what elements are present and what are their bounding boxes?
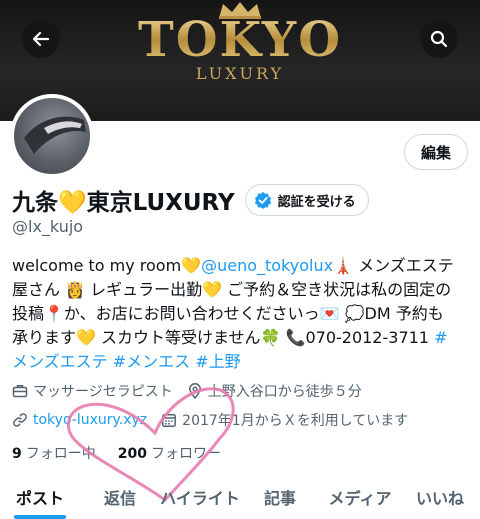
hashtag-links[interactable]: メンズエステ #メンエス #上野 — [12, 350, 470, 374]
get-verified-label: 認証を受ける — [277, 194, 356, 210]
tab-articles[interactable]: 記事 — [240, 480, 320, 519]
mention-link[interactable]: @ueno_tokyolux — [201, 256, 333, 275]
following-count: 9 — [12, 446, 22, 462]
verified-badge-icon — [254, 191, 271, 209]
briefcase-icon — [12, 385, 28, 398]
bio-text: 🗼 メンズエステ — [333, 256, 454, 275]
bio-text: welcome to my room💛 — [12, 256, 202, 275]
bio-text: 屋さん 👸 レギュラー出勤💛 ご予約＆空き状況は私の固定の — [12, 280, 452, 299]
display-name: 九条💛東京LUXURY — [12, 190, 235, 216]
profile-name-row: 九条💛東京LUXURY 認証を受ける — [12, 183, 369, 217]
tab-posts[interactable]: ポスト — [0, 480, 80, 519]
tab-highlights[interactable]: ハイライト — [160, 480, 240, 519]
banner-logo-title: TOKYO — [0, 12, 480, 68]
search-icon — [430, 30, 448, 48]
profile-bio: welcome to my room💛@ueno_tokyolux🗼 メンズエス… — [12, 254, 470, 374]
tab-media[interactable]: メディア — [320, 480, 400, 519]
tab-likes[interactable]: いいね — [400, 480, 480, 519]
user-handle: @lx_kujo — [12, 217, 84, 236]
link-icon — [13, 413, 27, 427]
avatar-image — [24, 116, 86, 154]
back-arrow-icon — [32, 31, 50, 47]
banner-logo-subtitle: LUXURY — [195, 64, 285, 83]
edit-profile-button[interactable]: 編集 — [404, 134, 468, 170]
profile-tabs: ポスト 返信 ハイライト 記事 メディア いいね — [0, 480, 480, 519]
bio-text: 投稿📍か、お店にお問い合わせくださいっ💌 💭DM 予約も — [12, 304, 444, 323]
back-button[interactable] — [22, 20, 60, 58]
search-button[interactable] — [420, 20, 458, 58]
avatar[interactable] — [10, 94, 94, 178]
bio-text: 承ります💛 スカウト等受けません🍀 📞070-2012-3711 — [12, 328, 435, 347]
tab-replies[interactable]: 返信 — [80, 480, 160, 519]
get-verified-button[interactable]: 認証を受ける — [244, 184, 369, 216]
hashtag-link[interactable]: # — [434, 328, 447, 347]
